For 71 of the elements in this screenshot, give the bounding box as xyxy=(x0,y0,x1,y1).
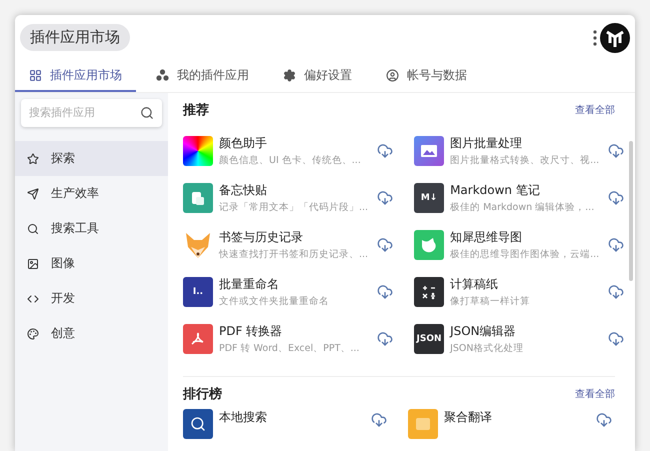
more-icon[interactable] xyxy=(593,30,597,46)
plugin-name: 书签与历史记录 xyxy=(219,228,304,246)
plugin-description: 记录「常用文本」「代码片段」... xyxy=(219,200,368,214)
plugin-description: 颜色信息、UI 色卡、传统色、... xyxy=(219,154,362,166)
section-title: 推荐 xyxy=(183,102,209,119)
grid-icon xyxy=(29,68,42,82)
tab[interactable]: 我的插件应用 xyxy=(142,60,263,92)
image-icon xyxy=(27,258,39,270)
sidebar-item[interactable]: 图像 xyxy=(15,246,168,281)
color-wheel-icon xyxy=(183,136,213,166)
plugin-name: 图片批量处理 xyxy=(450,134,524,152)
search-icon xyxy=(27,222,39,234)
sidebar-label: 创意 xyxy=(51,325,75,342)
sidebar-item[interactable]: 生产效率 xyxy=(15,176,168,211)
sidebar-label: 搜索工具 xyxy=(51,220,99,237)
tab-label: 插件应用市场 xyxy=(50,66,122,84)
sidebar-label: 探索 xyxy=(51,150,75,167)
plugin-name: 聚合翻译 xyxy=(444,409,493,426)
search-icon xyxy=(183,409,213,439)
settings-icon xyxy=(283,68,296,82)
plugin-name: 颜色助手 xyxy=(219,134,268,152)
tab[interactable]: 帐号与数据 xyxy=(372,60,481,92)
plugin-description: 极佳的思维导图作图体验，云端... xyxy=(450,248,600,260)
code-icon xyxy=(27,292,39,304)
plugin-name: Markdown 笔记 xyxy=(450,182,541,198)
plugin-description: 快速查找打开书签和历史记录、... xyxy=(219,248,368,260)
view-all-link[interactable]: 查看全部 xyxy=(575,387,615,401)
sidebar-label: 图像 xyxy=(51,255,75,272)
view-all-link[interactable]: 查看全部 xyxy=(575,103,615,117)
search-field[interactable]: 搜索插件应用 xyxy=(21,99,162,127)
tab-label: 我的插件应用 xyxy=(177,66,249,84)
search-icon xyxy=(140,106,154,120)
palette-icon xyxy=(27,328,39,340)
clipboard-icon xyxy=(183,182,213,212)
rename-icon: I.. xyxy=(183,276,213,306)
logo-icon xyxy=(600,22,630,52)
section-title: 排行榜 xyxy=(183,386,222,403)
markdown-icon: M↓ xyxy=(414,182,444,212)
scrollbar[interactable] xyxy=(629,141,633,281)
sidebar-label: 生产效率 xyxy=(51,185,99,202)
plugin-name: 计算稿纸 xyxy=(450,276,500,292)
plugin-name: JSON编辑器 xyxy=(450,322,517,340)
dots-icon xyxy=(156,69,169,81)
picture-icon xyxy=(414,136,444,166)
tab[interactable]: 偏好设置 xyxy=(269,60,366,92)
plugin-description: JSON格式化处理 xyxy=(450,342,524,354)
mindmap-icon xyxy=(414,230,444,260)
window-title: 插件应用市场 xyxy=(20,24,130,51)
sidebar-item[interactable]: 探索 xyxy=(15,141,168,176)
plugin-name: 知犀思维导图 xyxy=(450,228,524,246)
calculator-icon xyxy=(414,276,444,306)
sidebar-item[interactable]: 创意 xyxy=(15,316,168,351)
send-icon xyxy=(27,188,39,200)
account-icon xyxy=(386,68,399,82)
plugin-description: 极佳的 Markdown 编辑体验，... xyxy=(450,200,596,214)
plugin-description: 文件或文件夹批量重命名 xyxy=(219,294,330,308)
star-icon xyxy=(27,152,39,164)
sidebar-label: 开发 xyxy=(51,290,75,307)
json-icon: JSON xyxy=(414,324,444,354)
tab-label: 偏好设置 xyxy=(304,66,352,84)
sidebar-item[interactable]: 搜索工具 xyxy=(15,211,168,246)
plugin-description: 像打草稿一样计算 xyxy=(450,294,532,308)
plugin-name: 本地搜索 xyxy=(219,409,268,426)
plugin-name: PDF 转换器 xyxy=(219,322,284,340)
plugin-description: 图片批量格式转换、改尺寸、视... xyxy=(450,154,600,166)
plugin-description: PDF 转 Word、Excel、PPT、... xyxy=(219,342,360,354)
pdf-icon xyxy=(183,324,213,354)
sidebar-item[interactable]: 开发 xyxy=(15,281,168,316)
plugin-name: 备忘快贴 xyxy=(219,182,268,198)
tab-label: 帐号与数据 xyxy=(407,66,467,84)
plugin-name: 批量重命名 xyxy=(219,276,280,292)
